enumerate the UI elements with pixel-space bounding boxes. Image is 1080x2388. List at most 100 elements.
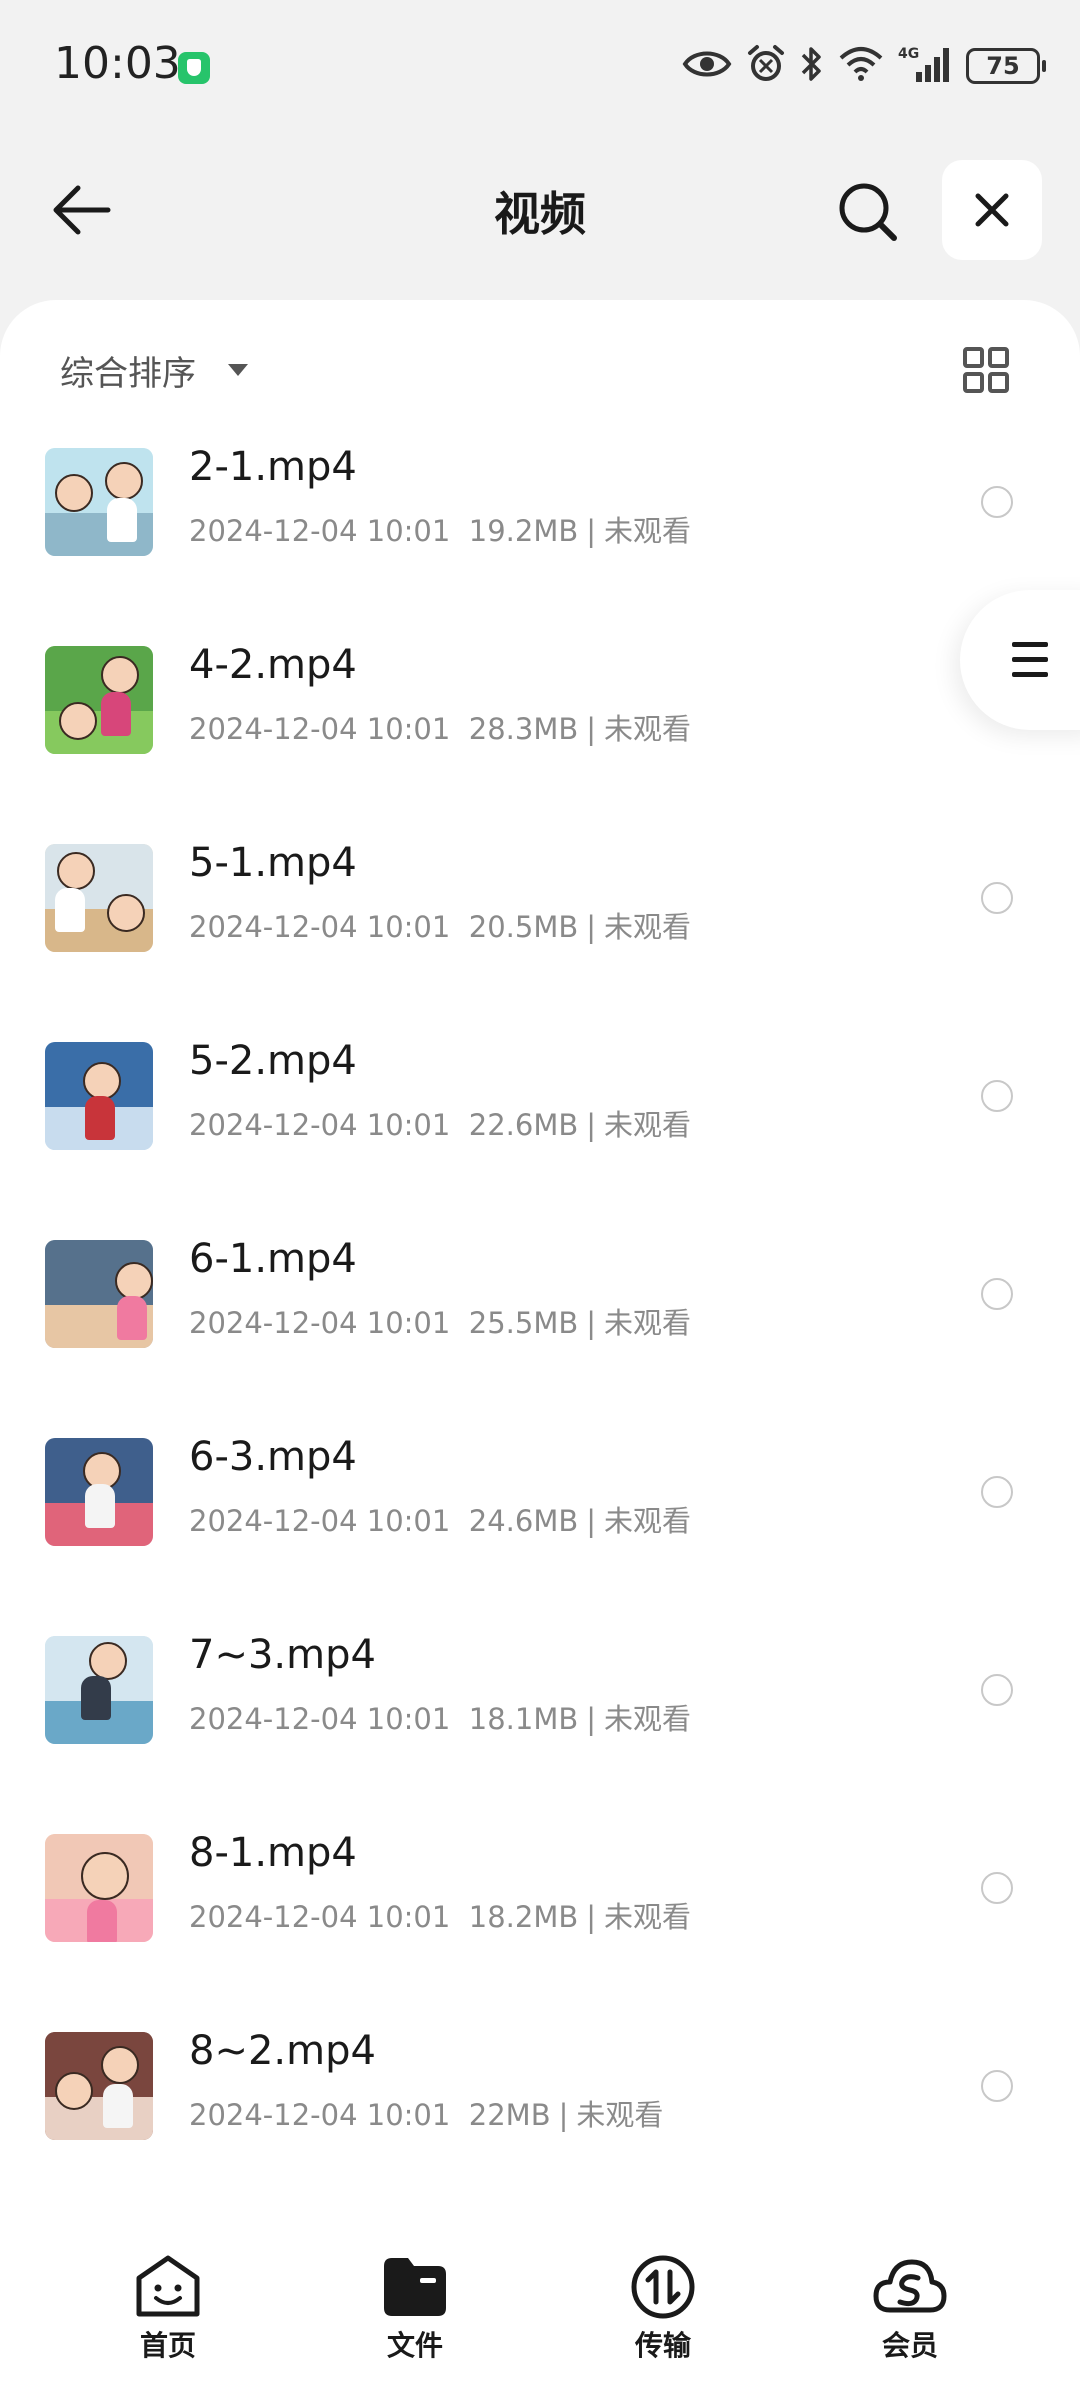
nav-home[interactable]: 首页 (108, 2254, 228, 2364)
file-date: 2024-12-04 10:01 (189, 514, 451, 548)
watch-status: 未观看 (604, 1108, 692, 1142)
sort-dropdown[interactable]: 综合排序 (60, 346, 196, 395)
nav-label: 首页 (139, 2329, 196, 2362)
select-radio[interactable] (981, 882, 1013, 914)
folder-icon (384, 2258, 446, 2316)
list-item[interactable]: 8-1.mp4 2024-12-04 10:01 18.2MB | 未观看 (0, 1828, 1080, 2026)
status-time: 10:03 (54, 38, 181, 89)
grid-view-button[interactable] (962, 346, 1010, 394)
grid-view-icon (963, 347, 1009, 393)
signal-icon: 4G (898, 44, 952, 88)
list-item[interactable]: 8~2.mp4 2024-12-04 10:01 22MB | 未观看 (0, 2026, 1080, 2224)
watch-status: 未观看 (604, 712, 692, 746)
file-date: 2024-12-04 10:01 (189, 910, 451, 944)
file-name: 8-1.mp4 (189, 1830, 357, 1876)
file-meta: 2024-12-04 10:01 25.5MB | 未观看 (189, 1306, 692, 1340)
file-date: 2024-12-04 10:01 (189, 1108, 451, 1142)
cloud-member-icon (873, 2259, 947, 2313)
nav-files[interactable]: 文件 (355, 2254, 475, 2364)
file-list-panel: 综合排序 2-1.mp4 2024-12-04 10:01 19.2MB | 未观看 (0, 300, 1080, 2388)
close-icon (975, 193, 1009, 227)
list-item[interactable]: 5-1.mp4 2024-12-04 10:01 20.5MB | 未观看 (0, 838, 1080, 1036)
smiley-home-icon (136, 2255, 200, 2317)
nav-label: 传输 (634, 2329, 691, 2362)
transfer-icon (631, 2255, 695, 2319)
file-meta: 2024-12-04 10:01 22.6MB | 未观看 (189, 1108, 692, 1142)
list-item[interactable]: 2-1.mp4 2024-12-04 10:01 19.2MB | 未观看 (0, 442, 1080, 640)
file-date: 2024-12-04 10:01 (189, 2098, 451, 2132)
list-item[interactable]: 5-2.mp4 2024-12-04 10:01 22.6MB | 未观看 (0, 1036, 1080, 1234)
file-size: 24.6MB (468, 1504, 579, 1538)
menu-icon (1012, 642, 1048, 677)
shield-icon (178, 52, 210, 84)
bluetooth-icon (800, 45, 824, 87)
close-button[interactable] (942, 160, 1042, 260)
battery-icon: 75 (966, 48, 1046, 84)
alarm-icon (746, 44, 786, 88)
file-meta: 2024-12-04 10:01 19.2MB | 未观看 (189, 514, 692, 548)
select-radio[interactable] (981, 1080, 1013, 1112)
file-meta: 2024-12-04 10:01 18.2MB | 未观看 (189, 1900, 692, 1934)
file-size: 18.2MB (468, 1900, 579, 1934)
file-size: 25.5MB (468, 1306, 579, 1340)
file-date: 2024-12-04 10:01 (189, 1306, 451, 1340)
file-name: 7~3.mp4 (189, 1632, 376, 1678)
file-name: 6-3.mp4 (189, 1434, 357, 1480)
file-date: 2024-12-04 10:01 (189, 1504, 451, 1538)
select-radio[interactable] (981, 1278, 1013, 1310)
select-radio[interactable] (981, 2070, 1013, 2102)
select-radio[interactable] (981, 1476, 1013, 1508)
list-item[interactable]: 6-3.mp4 2024-12-04 10:01 24.6MB | 未观看 (0, 1432, 1080, 1630)
network-type: 4G (898, 46, 919, 62)
video-thumbnail (45, 448, 153, 556)
list-item[interactable]: 6-1.mp4 2024-12-04 10:01 25.5MB | 未观看 (0, 1234, 1080, 1432)
video-thumbnail (45, 1240, 153, 1348)
file-meta: 2024-12-04 10:01 22MB | 未观看 (189, 2098, 664, 2132)
watch-status: 未观看 (604, 514, 692, 548)
file-size: 28.3MB (468, 712, 579, 746)
video-thumbnail (45, 844, 153, 952)
status-icons: 4G 75 (682, 44, 1046, 88)
file-size: 22.6MB (468, 1108, 579, 1142)
file-size: 18.1MB (468, 1702, 579, 1736)
video-thumbnail (45, 1042, 153, 1150)
watch-status: 未观看 (604, 1306, 692, 1340)
nav-transfer[interactable]: 传输 (603, 2254, 723, 2364)
nav-member[interactable]: 会员 (850, 2254, 970, 2364)
file-name: 5-1.mp4 (189, 840, 357, 886)
caret-down-icon[interactable] (228, 364, 248, 376)
search-button[interactable] (836, 180, 900, 244)
file-name: 4-2.mp4 (189, 642, 357, 688)
file-meta: 2024-12-04 10:01 24.6MB | 未观看 (189, 1504, 692, 1538)
watch-status: 未观看 (604, 1504, 692, 1538)
watch-status: 未观看 (576, 2098, 664, 2132)
video-thumbnail (45, 1834, 153, 1942)
file-name: 2-1.mp4 (189, 444, 357, 490)
bottom-nav: 首页 文件 传输 会员 (0, 2220, 1080, 2388)
list-item[interactable]: 7~3.mp4 2024-12-04 10:01 18.1MB | 未观看 (0, 1630, 1080, 1828)
eye-icon (682, 47, 732, 85)
list-item[interactable]: 4-2.mp4 2024-12-04 10:01 28.3MB | 未观看 (0, 640, 1080, 838)
video-thumbnail (45, 2032, 153, 2140)
select-radio[interactable] (981, 486, 1013, 518)
select-radio[interactable] (981, 1674, 1013, 1706)
file-date: 2024-12-04 10:01 (189, 1702, 451, 1736)
video-thumbnail (45, 646, 153, 754)
video-thumbnail (45, 1636, 153, 1744)
file-date: 2024-12-04 10:01 (189, 1900, 451, 1934)
sort-row: 综合排序 (0, 300, 1080, 430)
select-radio[interactable] (981, 1872, 1013, 1904)
watch-status: 未观看 (604, 1900, 692, 1934)
app-header: 视频 (0, 150, 1080, 270)
file-name: 6-1.mp4 (189, 1236, 357, 1282)
file-date: 2024-12-04 10:01 (189, 712, 451, 746)
file-meta: 2024-12-04 10:01 20.5MB | 未观看 (189, 910, 692, 944)
nav-label: 文件 (386, 2329, 443, 2362)
video-thumbnail (45, 1438, 153, 1546)
video-list: 2-1.mp4 2024-12-04 10:01 19.2MB | 未观看 4-2.… (0, 442, 1080, 2224)
watch-status: 未观看 (604, 1702, 692, 1736)
file-size: 20.5MB (468, 910, 579, 944)
nav-label: 会员 (881, 2329, 938, 2362)
wifi-icon (838, 46, 884, 86)
status-bar: 10:03 4G 75 (0, 0, 1080, 130)
